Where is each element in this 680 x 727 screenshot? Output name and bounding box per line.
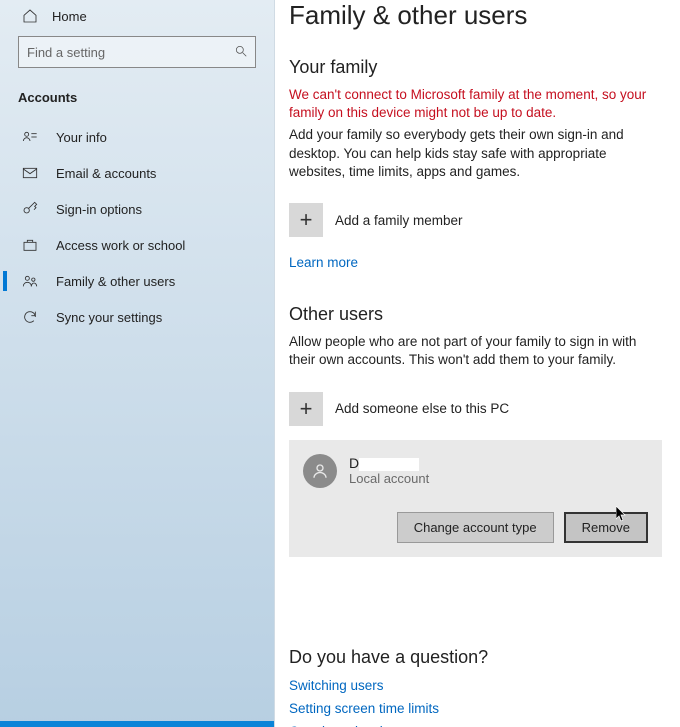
user-card[interactable]: D Local account Change account type Remo… <box>289 440 662 557</box>
nav-label: Your info <box>56 130 107 145</box>
user-actions: Change account type Remove <box>303 512 648 543</box>
briefcase-icon <box>22 237 38 253</box>
sidebar-item-sync-settings[interactable]: Sync your settings <box>0 299 274 335</box>
change-account-type-button[interactable]: Change account type <box>397 512 554 543</box>
family-description: Add your family so everybody gets their … <box>289 126 662 181</box>
search-icon <box>234 44 248 58</box>
help-link-screen-time[interactable]: Setting screen time limits <box>289 701 662 716</box>
people-icon <box>22 273 38 289</box>
section-label: Accounts <box>0 72 274 119</box>
user-header: D Local account <box>303 454 648 488</box>
taskbar-edge <box>0 721 274 727</box>
sync-icon <box>22 309 38 325</box>
add-other-label: Add someone else to this PC <box>335 401 509 416</box>
nav-list: Your info Email & accounts Sign-in optio… <box>0 119 274 335</box>
page-title: Family & other users <box>289 0 662 31</box>
question-heading: Do you have a question? <box>289 647 662 668</box>
home-button[interactable]: Home <box>0 4 274 28</box>
sidebar-item-your-info[interactable]: Your info <box>0 119 274 155</box>
search-input[interactable] <box>18 36 256 68</box>
add-other-user-button[interactable]: + Add someone else to this PC <box>289 392 662 426</box>
add-family-label: Add a family member <box>335 213 463 228</box>
other-users-heading: Other users <box>289 304 662 325</box>
plus-icon: + <box>289 203 323 237</box>
mail-icon <box>22 165 38 181</box>
family-heading: Your family <box>289 57 662 78</box>
user-name: D <box>349 455 429 471</box>
person-card-icon <box>22 129 38 145</box>
learn-more-link[interactable]: Learn more <box>289 255 358 270</box>
nav-label: Family & other users <box>56 274 175 289</box>
sidebar-item-email-accounts[interactable]: Email & accounts <box>0 155 274 191</box>
key-icon <box>22 201 38 217</box>
nav-label: Email & accounts <box>56 166 156 181</box>
sidebar-item-family-other-users[interactable]: Family & other users <box>0 263 274 299</box>
help-link-local-account[interactable]: Creating a local user account <box>289 724 662 727</box>
avatar <box>303 454 337 488</box>
nav-label: Access work or school <box>56 238 185 253</box>
home-icon <box>22 8 38 24</box>
plus-icon: + <box>289 392 323 426</box>
search-container <box>0 28 274 72</box>
user-subtitle: Local account <box>349 471 429 486</box>
sidebar-item-signin-options[interactable]: Sign-in options <box>0 191 274 227</box>
main-content: Family & other users Your family We can'… <box>275 0 680 727</box>
home-label: Home <box>52 9 87 24</box>
remove-button[interactable]: Remove <box>564 512 648 543</box>
nav-label: Sync your settings <box>56 310 162 325</box>
add-family-member-button[interactable]: + Add a family member <box>289 203 662 237</box>
help-link-switching-users[interactable]: Switching users <box>289 678 662 693</box>
person-icon <box>311 462 329 480</box>
sidebar: Home Accounts Your info Email & accounts… <box>0 0 275 727</box>
family-error-text: We can't connect to Microsoft family at … <box>289 86 662 122</box>
sidebar-item-access-work-school[interactable]: Access work or school <box>0 227 274 263</box>
nav-label: Sign-in options <box>56 202 142 217</box>
other-users-description: Allow people who are not part of your fa… <box>289 333 662 369</box>
